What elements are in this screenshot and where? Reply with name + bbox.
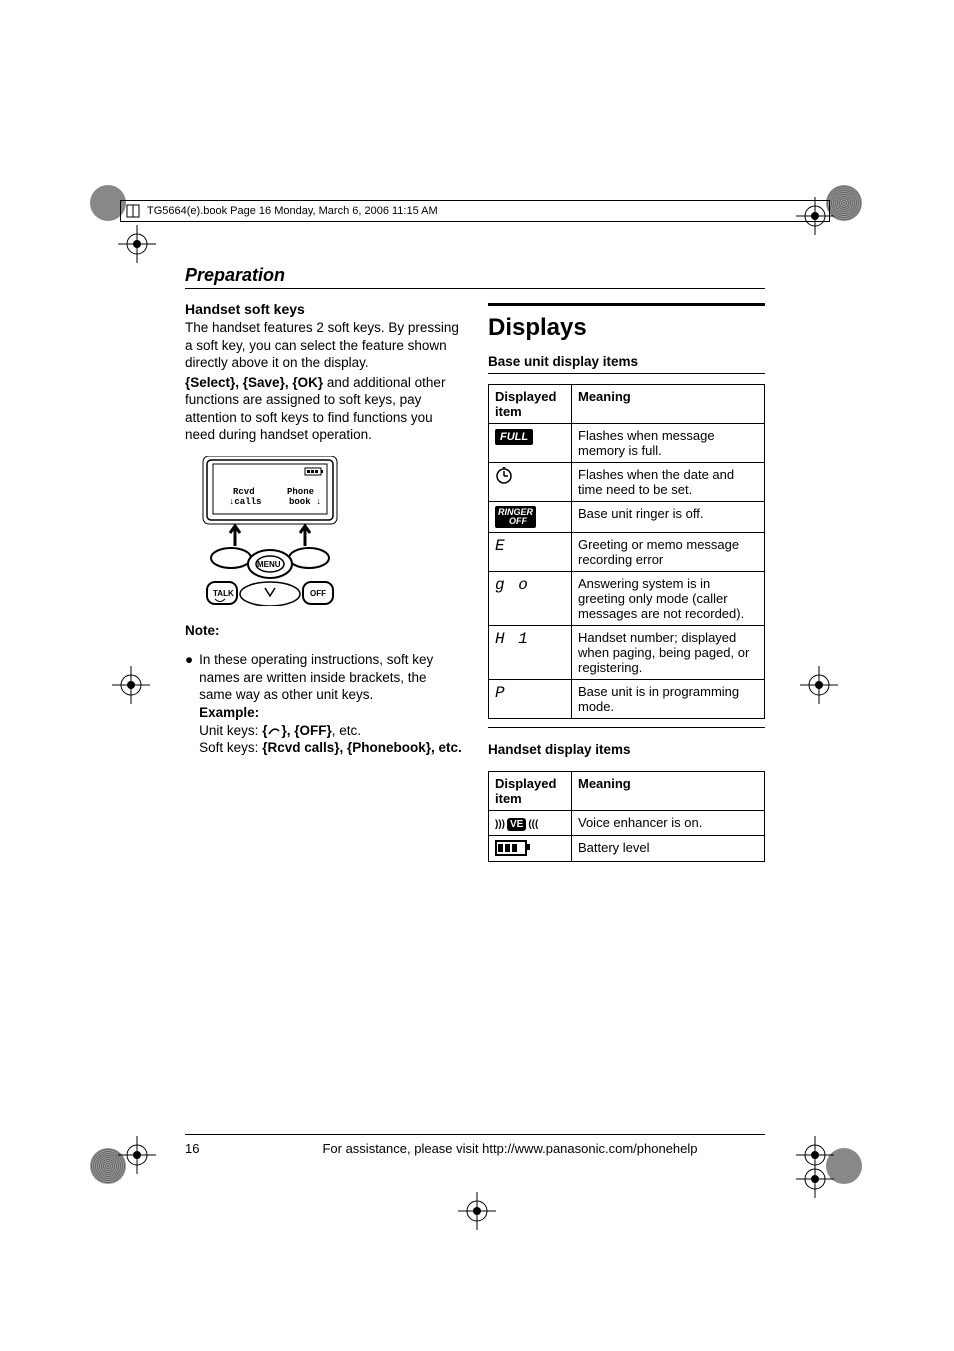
th-displayed: Displayed item [489,772,572,811]
meaning-cell: Flashes when message memory is full. [572,424,765,463]
meaning-cell: Base unit is in programming mode. [572,680,765,719]
greeting-only-icon: g o [495,576,530,594]
bullet-dot-icon: ● [185,651,193,756]
table-row: Battery level [489,836,765,862]
svg-text:↓calls: ↓calls [229,497,261,507]
note-label: Note: [185,623,462,638]
softkeys-heading: Handset soft keys [185,301,462,317]
meaning-cell: Voice enhancer is on. [572,811,765,836]
th-meaning: Meaning [572,772,765,811]
left-column: Handset soft keys The handset features 2… [185,301,462,862]
note-text: In these operating instructions, soft ke… [199,652,433,702]
error-icon: E [495,537,507,555]
book-icon [125,203,141,219]
table-row: H 1 Handset number; displayed when pagin… [489,626,765,680]
register-mark-icon [118,225,156,263]
handset-sub: Handset display items [488,742,765,761]
register-mark-icon [458,1192,496,1230]
section-title: Preparation [185,265,765,289]
softkeys-value: {Rcvd calls}, {Phonebook}, etc. [262,740,462,755]
handset-number-icon: H 1 [495,630,530,648]
table-row: E Greeting or memo message recording err… [489,533,765,572]
table-row: Flashes when the date and time need to b… [489,463,765,502]
th-meaning: Meaning [572,385,765,424]
battery-icon [495,840,527,856]
unitkeys-label: Unit keys: [199,723,262,738]
print-header: TG5664(e).book Page 16 Monday, March 6, … [120,200,830,222]
meaning-cell: Answering system is in greeting only mod… [572,572,765,626]
page-footer: 16 For assistance, please visit http://w… [185,1134,765,1156]
displays-title: Displays [488,303,765,342]
table-row: RINGER OFF Base unit ringer is off. [489,502,765,533]
meaning-cell: Flashes when the date and time need to b… [572,463,765,502]
talk-icon [267,726,281,736]
softkeys-label: Soft keys: [199,740,262,755]
register-mark-icon [800,666,838,704]
full-icon: FULL [495,429,533,445]
footer-text: For assistance, please visit http://www.… [255,1141,765,1156]
table-row: g o Answering system is in greeting only… [489,572,765,626]
clock-icon [495,467,513,485]
meaning-cell: Handset number; displayed when paging, b… [572,626,765,680]
right-column: Displays Base unit display items Display… [488,301,765,862]
th-displayed: Displayed item [489,385,572,424]
svg-text:MENU: MENU [257,560,281,569]
table-row: )))VE((( Voice enhancer is on. [489,811,765,836]
table-row: P Base unit is in programming mode. [489,680,765,719]
register-mark-icon [796,1160,834,1198]
base-display-table: Displayed item Meaning FULL Flashes when… [488,384,765,719]
handset-display-table: Displayed item Meaning )))VE((( Voice en… [488,771,765,862]
svg-text:TALK: TALK [213,589,234,598]
svg-text:OFF: OFF [310,589,326,598]
register-mark-icon [112,666,150,704]
softkey-names: {Select}, {Save}, {OK} [185,375,323,390]
note-bullet: ● In these operating instructions, soft … [185,651,462,756]
print-header-text: TG5664(e).book Page 16 Monday, March 6, … [147,205,438,217]
handset-illustration: Rcvd ↓calls Phone book ↓ MENU TALK [185,456,355,606]
softkeys-para1: The handset features 2 soft keys. By pre… [185,319,462,372]
softkeys-para2: {Select}, {Save}, {OK} and additional ot… [185,374,462,444]
screen-phone: Phone [287,487,314,497]
voice-enhancer-icon: )))VE((( [495,818,538,831]
unitkeys-value: {}, {OFF} [262,723,332,738]
meaning-cell: Battery level [572,836,765,862]
example-label: Example: [199,705,259,720]
table-row: FULL Flashes when message memory is full… [489,424,765,463]
screen-rcvd: Rcvd [233,487,255,497]
ringer-off-icon: RINGER OFF [495,506,536,528]
register-mark-icon [118,1136,156,1174]
meaning-cell: Base unit ringer is off. [572,502,765,533]
base-sub: Base unit display items [488,354,765,374]
page-number: 16 [185,1141,215,1156]
meaning-cell: Greeting or memo message recording error [572,533,765,572]
program-mode-icon: P [495,684,507,702]
svg-text:book ↓: book ↓ [289,497,321,507]
